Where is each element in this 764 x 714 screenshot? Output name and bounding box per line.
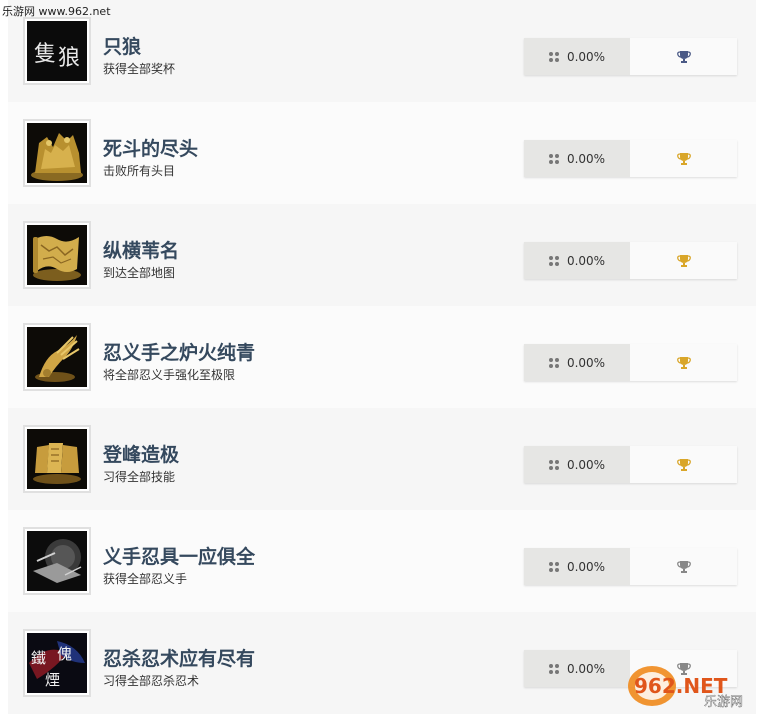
- achievement-description: 击败所有头目: [103, 164, 176, 178]
- dots-icon: [548, 153, 559, 164]
- completion-percent: 0.00%: [566, 661, 606, 676]
- gold-trophy-icon: [676, 356, 691, 369]
- golden-prosthetic-icon: [23, 323, 91, 391]
- completion-rate: 0.00%: [524, 140, 630, 177]
- golden-map-icon: [23, 221, 91, 289]
- achievement-description: 到达全部地图: [103, 266, 176, 280]
- svg-text:傀: 傀: [57, 645, 72, 663]
- completion-rate: 0.00%: [524, 548, 630, 585]
- trophy-badge[interactable]: [630, 242, 737, 279]
- completion-percent: 0.00%: [566, 49, 606, 64]
- completion-percent: 0.00%: [566, 151, 606, 166]
- dots-icon: [548, 561, 559, 572]
- trophy-badge[interactable]: [630, 140, 737, 177]
- sekiro-calligraphy-icon: 隻 狼: [23, 17, 91, 85]
- gold-trophy-icon: [676, 254, 691, 267]
- achievement-row: 隻 狼 只狼 获得全部奖杯 0.00%: [8, 0, 756, 102]
- silver-trophy-icon: [676, 560, 691, 573]
- achievement-title: 登峰造极: [103, 444, 180, 466]
- bronze-trophy-icon: [676, 50, 691, 63]
- dots-icon: [548, 663, 559, 674]
- trophy-badge[interactable]: [630, 344, 737, 381]
- achievement-row: 死斗的尽头 击败所有头目 0.00%: [8, 102, 756, 204]
- svg-text:狼: 狼: [58, 46, 80, 71]
- achievement-title: 只狼: [103, 36, 142, 58]
- achievement-list: 隻 狼 只狼 获得全部奖杯 0.00% 死斗的尽头 击败所有头目 0.00% 纵…: [8, 0, 756, 714]
- achievement-title: 纵横苇名: [103, 240, 180, 262]
- achievement-stats: 0.00%: [524, 446, 737, 483]
- svg-text:鐵: 鐵: [31, 649, 46, 667]
- achievement-row: 纵横苇名 到达全部地图 0.00%: [8, 204, 756, 306]
- completion-rate: 0.00%: [524, 38, 630, 75]
- completion-rate: 0.00%: [524, 242, 630, 279]
- dots-icon: [548, 255, 559, 266]
- achievement-stats: 0.00%: [524, 344, 737, 381]
- achievement-stats: 0.00%: [524, 140, 737, 177]
- site-watermark: 乐游网 www.962.net: [2, 5, 111, 18]
- svg-text:隻: 隻: [34, 42, 56, 67]
- completion-rate: 0.00%: [524, 650, 630, 687]
- svg-text:煙: 煙: [45, 671, 60, 689]
- dots-icon: [548, 51, 559, 62]
- ninjutsu-calligraphy-icon: 鐵 傀 煙: [23, 629, 91, 697]
- completion-percent: 0.00%: [566, 253, 606, 268]
- achievement-stats: 0.00%: [524, 242, 737, 279]
- site-logo-watermark: 962.NET 乐游网: [628, 666, 743, 710]
- achievement-description: 获得全部奖杯: [103, 62, 176, 76]
- completion-percent: 0.00%: [566, 355, 606, 370]
- gold-trophy-icon: [676, 458, 691, 471]
- golden-scrolls-icon: [23, 425, 91, 493]
- completion-rate: 0.00%: [524, 446, 630, 483]
- gold-trophy-icon: [676, 152, 691, 165]
- achievement-row: 登峰造极 习得全部技能 0.00%: [8, 408, 756, 510]
- achievement-description: 习得全部技能: [103, 470, 176, 484]
- trophy-badge[interactable]: [630, 446, 737, 483]
- completion-percent: 0.00%: [566, 559, 606, 574]
- achievement-description: 习得全部忍杀忍术: [103, 674, 200, 688]
- achievement-title: 忍义手之炉火纯青: [103, 342, 256, 364]
- trophy-badge[interactable]: [630, 548, 737, 585]
- achievement-description: 将全部忍义手强化至极限: [103, 368, 236, 382]
- dots-icon: [548, 459, 559, 470]
- achievement-title: 死斗的尽头: [103, 138, 199, 160]
- prosthetic-tools-icon: [23, 527, 91, 595]
- dots-icon: [548, 357, 559, 368]
- achievement-description: 获得全部忍义手: [103, 572, 188, 586]
- achievement-stats: 0.00%: [524, 38, 737, 75]
- completion-percent: 0.00%: [566, 457, 606, 472]
- achievement-title: 义手忍具一应俱全: [103, 546, 256, 568]
- completion-rate: 0.00%: [524, 344, 630, 381]
- trophy-badge[interactable]: [630, 38, 737, 75]
- watermark-tagline: 乐游网: [704, 695, 743, 710]
- golden-bosses-icon: [23, 119, 91, 187]
- achievement-title: 忍杀忍术应有尽有: [103, 648, 256, 670]
- achievement-stats: 0.00%: [524, 548, 737, 585]
- achievement-row: 义手忍具一应俱全 获得全部忍义手 0.00%: [8, 510, 756, 612]
- achievement-row: 忍义手之炉火纯青 将全部忍义手强化至极限 0.00%: [8, 306, 756, 408]
